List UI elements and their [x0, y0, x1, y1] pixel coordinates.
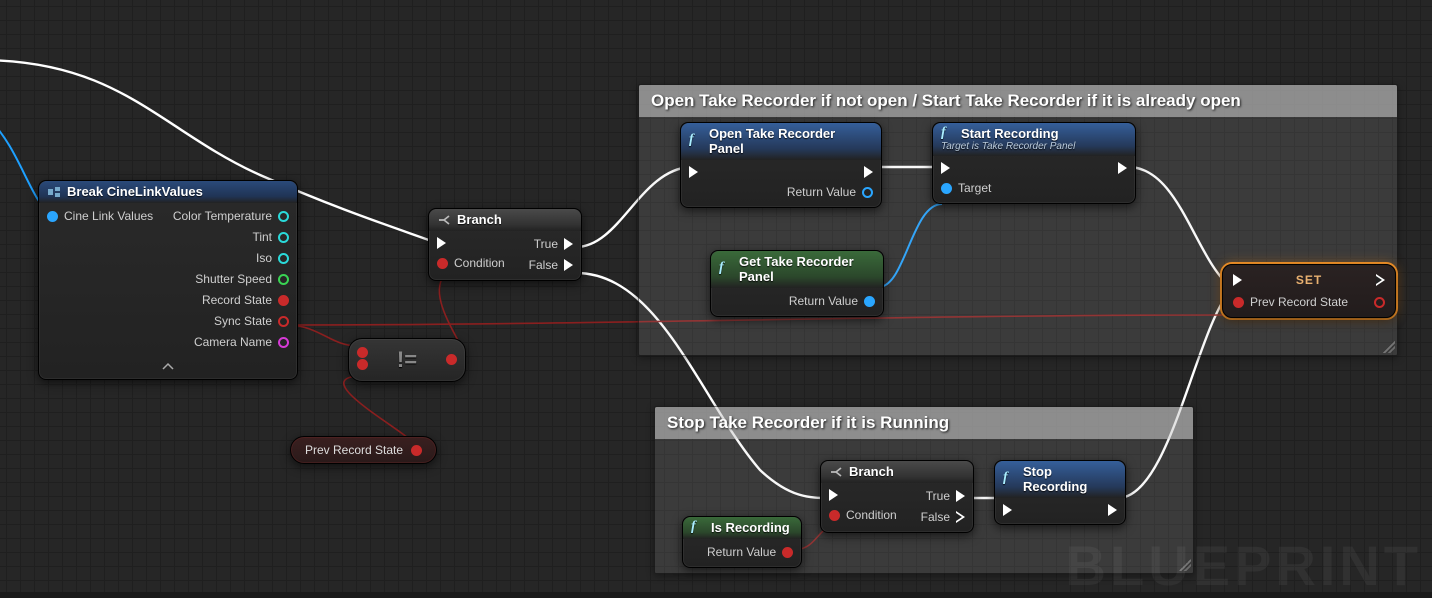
pin-false[interactable]: False — [529, 258, 573, 272]
function-icon: f — [1003, 472, 1017, 486]
pin-exec-out[interactable] — [1118, 162, 1127, 174]
node-title: Open Take Recorder Panel — [709, 126, 873, 156]
node-title: Branch — [457, 212, 502, 227]
pin-b[interactable] — [357, 359, 368, 373]
pin-result[interactable] — [446, 354, 457, 368]
pin-iso[interactable]: Iso — [256, 251, 289, 265]
node-stop-recording[interactable]: f Stop Recording — [994, 460, 1126, 525]
function-icon: f — [719, 262, 733, 276]
node-header[interactable]: Branch — [429, 209, 581, 231]
branch-icon — [437, 213, 451, 227]
pin-false[interactable]: False — [921, 510, 965, 524]
node-header[interactable]: Break CineLinkValues — [39, 181, 297, 203]
node-subtitle: Target is Take Recorder Panel — [941, 141, 1075, 152]
pin-shutter-speed[interactable]: Shutter Speed — [195, 272, 289, 286]
node-start-recording[interactable]: f Start Recording Target is Take Recorde… — [932, 122, 1136, 204]
node-header[interactable]: f Stop Recording — [995, 461, 1125, 498]
node-title: Start Recording — [961, 126, 1059, 141]
branch-icon — [829, 465, 843, 479]
pin-return-value[interactable]: Return Value — [789, 294, 875, 308]
node-branch-lower[interactable]: Branch Condition True False — [820, 460, 974, 533]
watermark-text: BLUEPRINT — [1066, 533, 1422, 598]
pin-sync-state[interactable]: Sync State — [214, 314, 289, 328]
node-set-prev-record-state[interactable]: SET Prev Record State — [1222, 264, 1396, 318]
node-header[interactable]: f Open Take Recorder Panel — [681, 123, 881, 160]
pin-condition[interactable]: Condition — [829, 508, 897, 522]
function-icon: f — [941, 127, 955, 141]
pin-exec-in[interactable] — [941, 162, 991, 174]
node-get-take-recorder-panel[interactable]: f Get Take Recorder Panel Return Value — [710, 250, 884, 317]
pin-cine-link-values[interactable]: Cine Link Values — [47, 209, 153, 223]
pin-value-out[interactable] — [411, 445, 422, 456]
variable-label: Prev Record State — [305, 443, 403, 457]
node-title: Break CineLinkValues — [67, 184, 203, 199]
node-title: Get Take Recorder Panel — [739, 254, 875, 284]
pin-condition[interactable]: Condition — [437, 256, 505, 270]
pin-target[interactable]: Target — [941, 181, 991, 195]
collapse-toggle[interactable] — [39, 357, 297, 379]
resize-handle[interactable] — [1383, 341, 1395, 353]
pin-camera-name[interactable]: Camera Name — [194, 335, 289, 349]
operator-label: != — [397, 347, 417, 373]
pin-exec-out[interactable] — [1376, 274, 1385, 286]
pin-exec-out[interactable] — [1108, 504, 1117, 516]
pin-exec-in[interactable] — [1233, 274, 1242, 286]
node-header[interactable]: f Is Recording — [683, 517, 801, 539]
node-var-prev-record-state[interactable]: Prev Record State — [290, 436, 437, 464]
pin-record-state[interactable]: Record State — [202, 293, 289, 307]
comment-title[interactable]: Open Take Recorder if not open / Start T… — [639, 85, 1397, 117]
pin-exec-in[interactable] — [829, 489, 897, 501]
node-header[interactable]: f Start Recording Target is Take Recorde… — [933, 123, 1135, 156]
pin-exec-out[interactable] — [864, 166, 873, 178]
pin-exec-in[interactable] — [689, 166, 698, 178]
node-header[interactable]: f Get Take Recorder Panel — [711, 251, 883, 288]
pin-exec-in[interactable] — [1003, 504, 1012, 516]
pin-exec-in[interactable] — [437, 237, 505, 249]
comment-title[interactable]: Stop Take Recorder if it is Running — [655, 407, 1193, 439]
node-title: Branch — [849, 464, 894, 479]
node-not-equal[interactable]: != — [348, 338, 466, 382]
pin-true[interactable]: True — [534, 237, 573, 251]
function-icon: f — [689, 134, 703, 148]
node-title: Is Recording — [711, 520, 790, 535]
node-title: Stop Recording — [1023, 464, 1117, 494]
pin-value-out[interactable] — [1374, 297, 1385, 308]
node-header[interactable]: Branch — [821, 461, 973, 483]
pin-color-temperature[interactable]: Color Temperature — [173, 209, 289, 223]
node-is-recording[interactable]: f Is Recording Return Value — [682, 516, 802, 568]
node-open-take-recorder-panel[interactable]: f Open Take Recorder Panel Return Value — [680, 122, 882, 208]
pin-true[interactable]: True — [926, 489, 965, 503]
pin-return-value[interactable]: Return Value — [707, 545, 793, 559]
pin-prev-record-state-in[interactable]: Prev Record State — [1233, 295, 1348, 309]
pin-return-value[interactable]: Return Value — [787, 185, 873, 199]
set-label: SET — [1296, 273, 1322, 287]
node-branch[interactable]: Branch Condition True False — [428, 208, 582, 281]
node-break-cinelinkvalues[interactable]: Break CineLinkValues Cine Link Values Co… — [38, 180, 298, 380]
function-icon: f — [691, 521, 705, 535]
pin-tint[interactable]: Tint — [252, 230, 289, 244]
break-struct-icon — [47, 185, 61, 199]
